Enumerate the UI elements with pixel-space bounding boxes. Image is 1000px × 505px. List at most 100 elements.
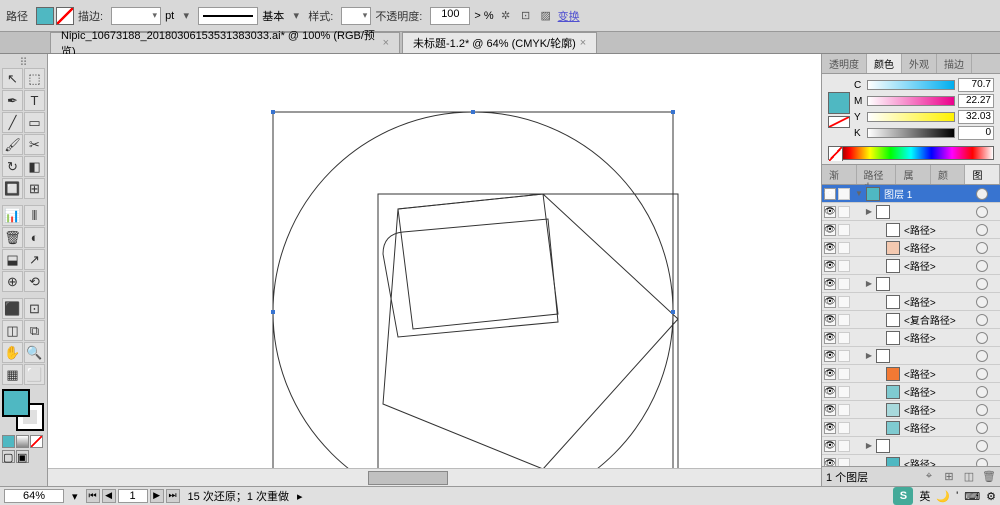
target-icon[interactable] <box>976 314 988 326</box>
lock-toggle[interactable] <box>838 260 850 272</box>
tool-button-3[interactable]: T <box>24 90 45 111</box>
layer-row[interactable]: 👁<路径> <box>822 257 1000 275</box>
layer-row[interactable]: 👁<路径> <box>822 401 1000 419</box>
expand-icon[interactable]: ▶ <box>864 441 874 450</box>
gear-icon[interactable]: ⚙ <box>986 490 996 503</box>
target-icon[interactable] <box>976 206 988 218</box>
layer-row[interactable]: 👁<复合路径> <box>822 311 1000 329</box>
lock-toggle[interactable] <box>838 422 850 434</box>
ime-badge[interactable]: S <box>893 487 913 505</box>
visibility-toggle[interactable]: 👁 <box>824 206 836 218</box>
target-icon[interactable] <box>976 440 988 452</box>
lock-toggle[interactable] <box>838 242 850 254</box>
tab-properties[interactable]: 属性 <box>896 165 931 184</box>
expand-icon[interactable]: ▼ <box>854 189 864 198</box>
canvas[interactable] <box>48 54 822 486</box>
tool-button-6[interactable]: 🖌 <box>2 134 23 155</box>
color-mode-none[interactable] <box>30 435 43 448</box>
tool-button-23[interactable]: ⧉ <box>24 320 45 341</box>
layer-row[interactable]: 👁<路径> <box>822 455 1000 466</box>
lock-toggle[interactable] <box>838 296 850 308</box>
tool-button-24[interactable]: ✋ <box>2 342 23 363</box>
selection-square[interactable] <box>990 315 1000 325</box>
selection-square[interactable] <box>990 441 1000 451</box>
graphic-style-dropdown[interactable] <box>341 7 371 25</box>
selection-square[interactable] <box>990 225 1000 235</box>
tab-color[interactable]: 颜色 <box>867 54 902 73</box>
tool-button-0[interactable]: ↖ <box>2 68 23 89</box>
new-layer-icon[interactable]: ◫ <box>962 470 976 484</box>
layer-row[interactable]: 👁▶ <box>822 347 1000 365</box>
visibility-toggle[interactable]: 👁 <box>824 260 836 272</box>
tab-swatches[interactable]: 颜色 <box>931 165 966 184</box>
selection-square[interactable] <box>990 387 1000 397</box>
target-icon[interactable] <box>976 422 988 434</box>
lock-toggle[interactable] <box>838 278 850 290</box>
magenta-slider[interactable] <box>867 96 955 106</box>
cyan-slider[interactable] <box>867 80 955 90</box>
brush-chevron-icon[interactable]: ▾ <box>288 8 304 24</box>
opacity-input[interactable]: 100 <box>430 7 470 25</box>
tool-button-5[interactable]: ▭ <box>24 112 45 133</box>
tab-layers[interactable]: 图层 <box>965 165 1000 184</box>
cyan-value[interactable]: 70.7 <box>958 78 994 92</box>
layer-row[interactable]: 👁<路径> <box>822 365 1000 383</box>
selection-square[interactable] <box>990 261 1000 271</box>
recolor-icon[interactable]: ✲ <box>498 8 514 24</box>
next-page-button[interactable]: ▶ <box>150 489 164 503</box>
magenta-value[interactable]: 22.27 <box>958 94 994 108</box>
lock-toggle[interactable] <box>838 386 850 398</box>
visibility-toggle[interactable]: 👁 <box>824 188 836 200</box>
target-icon[interactable] <box>976 296 988 308</box>
expand-icon[interactable]: ▶ <box>864 351 874 360</box>
zoom-input[interactable]: 64% <box>4 489 64 503</box>
stroke-swatch[interactable] <box>56 7 74 25</box>
zoom-chevron-icon[interactable]: ▾ <box>72 490 78 503</box>
moon-icon[interactable]: 🌙 <box>936 490 950 503</box>
tab-pathfinder[interactable]: 路径d <box>857 165 897 184</box>
tool-button-26[interactable]: ▦ <box>2 364 23 385</box>
visibility-toggle[interactable]: 👁 <box>824 296 836 308</box>
tool-button-21[interactable]: ⊡ <box>24 298 45 319</box>
target-icon[interactable] <box>976 242 988 254</box>
fill-swatch[interactable] <box>36 7 54 25</box>
keyboard-icon[interactable]: ⌨ <box>964 490 980 503</box>
selection-square[interactable] <box>990 351 1000 361</box>
layer-row[interactable]: 👁<路径> <box>822 383 1000 401</box>
panel-fill-swatch[interactable] <box>828 92 850 114</box>
expand-icon[interactable]: ▶ <box>864 279 874 288</box>
tab-gradient[interactable]: 渐变 <box>822 165 857 184</box>
close-icon[interactable]: × <box>580 37 586 49</box>
none-swatch[interactable] <box>829 147 843 161</box>
target-icon[interactable] <box>976 188 988 200</box>
lock-toggle[interactable] <box>838 224 850 236</box>
fill-stroke-indicator[interactable] <box>36 7 74 25</box>
visibility-toggle[interactable]: 👁 <box>824 404 836 416</box>
layer-row[interactable]: 👁▶ <box>822 203 1000 221</box>
visibility-toggle[interactable]: 👁 <box>824 350 836 362</box>
screen-mode-normal[interactable]: ▢ <box>2 450 15 463</box>
tool-button-12[interactable]: 📊 <box>2 205 23 226</box>
lock-toggle[interactable] <box>838 458 850 467</box>
tool-button-4[interactable]: ╱ <box>2 112 23 133</box>
selection-square[interactable] <box>990 207 1000 217</box>
visibility-toggle[interactable]: 👁 <box>824 242 836 254</box>
selection-square[interactable] <box>990 243 1000 253</box>
target-icon[interactable] <box>976 260 988 272</box>
stroke-var-icon[interactable]: ▾ <box>178 8 194 24</box>
layer-row[interactable]: 👁<路径> <box>822 221 1000 239</box>
document-tab[interactable]: Nipic_10673188_20180306153531383033.ai* … <box>50 32 400 53</box>
tool-button-22[interactable]: ◫ <box>2 320 23 341</box>
tool-button-15[interactable]: ◐ <box>24 227 45 248</box>
close-icon[interactable]: × <box>383 37 389 49</box>
visibility-toggle[interactable]: 👁 <box>824 278 836 290</box>
trash-icon[interactable]: 🗑 <box>982 470 996 484</box>
tool-button-20[interactable]: ⬛ <box>2 298 23 319</box>
layer-row[interactable]: 👁<路径> <box>822 293 1000 311</box>
target-icon[interactable] <box>976 386 988 398</box>
transform-link[interactable]: 变换 <box>558 8 580 24</box>
tool-button-16[interactable]: ⬓ <box>2 249 23 270</box>
spectrum-picker[interactable] <box>828 146 994 160</box>
document-tab[interactable]: 未标题-1.2* @ 64% (CMYK/轮廓) × <box>402 32 597 53</box>
selection-square[interactable] <box>990 279 1000 289</box>
